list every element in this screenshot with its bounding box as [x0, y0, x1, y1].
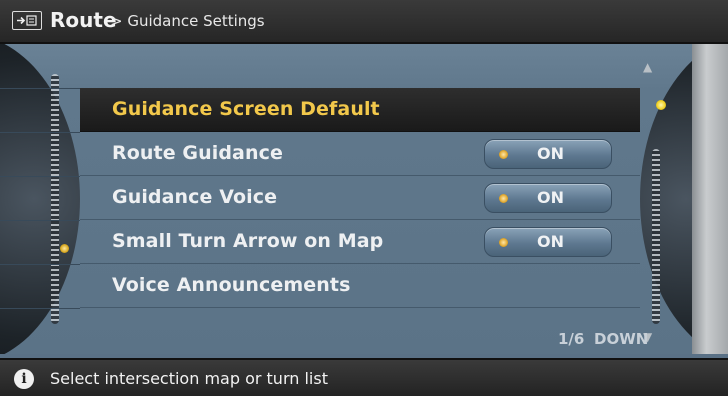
left-divider [0, 132, 80, 133]
scroll-dial[interactable] [630, 44, 728, 354]
toggle-value: ON [537, 144, 564, 163]
menu-item-route-guidance[interactable]: Route Guidance ON [80, 132, 640, 176]
scroll-up-icon[interactable]: ▲ [643, 60, 652, 74]
left-divider [0, 308, 80, 309]
route-icon [12, 11, 42, 30]
toggle-value: ON [537, 232, 564, 251]
left-divider [0, 264, 80, 265]
small-turn-arrow-toggle[interactable]: ON [484, 227, 612, 257]
menu-item-label: Voice Announcements [112, 274, 351, 296]
info-icon: i [14, 369, 34, 389]
indicator-light-icon [499, 150, 508, 159]
page-title: Route [50, 8, 117, 32]
left-divider [0, 220, 80, 221]
toggle-value: ON [537, 188, 564, 207]
indicator-light-icon [499, 194, 508, 203]
menu-item-guidance-screen-default[interactable]: Guidance Screen Default [80, 88, 640, 132]
menu-item-label: Small Turn Arrow on Map [112, 230, 384, 252]
scroll-direction-label: DOWN [594, 330, 649, 348]
menu-item-label: Guidance Voice [112, 186, 278, 208]
navigation-screen: Route > Guidance Settings ▲ ▼ Guidance S… [0, 0, 728, 396]
indicator-light-icon [499, 238, 508, 247]
menu-item-label: Guidance Screen Default [112, 98, 380, 120]
guidance-voice-toggle[interactable]: ON [484, 183, 612, 213]
breadcrumb: > Guidance Settings [110, 12, 265, 30]
menu-item-guidance-voice[interactable]: Guidance Voice ON [80, 176, 640, 220]
menu-item-label: Route Guidance [112, 142, 283, 164]
left-indicator-icon [60, 244, 69, 253]
left-divider [0, 176, 80, 177]
scroll-position-icon [656, 100, 666, 110]
status-message: Select intersection map or turn list [50, 369, 328, 388]
menu-item-small-turn-arrow[interactable]: Small Turn Arrow on Map ON [80, 220, 640, 264]
left-divider [0, 88, 80, 89]
status-bar: i Select intersection map or turn list [0, 358, 728, 396]
title-bar: Route > Guidance Settings [0, 0, 728, 44]
page-indicator: 1/6 [558, 330, 585, 348]
menu-item-voice-announcements[interactable]: Voice Announcements [80, 264, 640, 308]
route-guidance-toggle[interactable]: ON [484, 139, 612, 169]
